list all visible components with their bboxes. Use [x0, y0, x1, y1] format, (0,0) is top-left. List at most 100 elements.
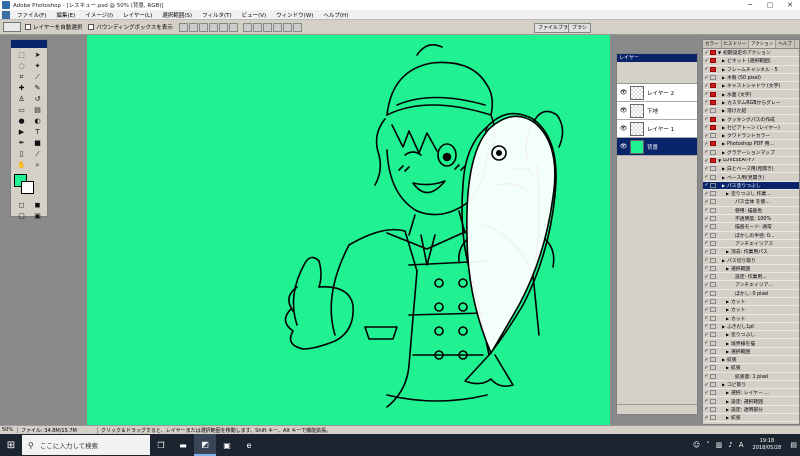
- action-toggle-check-icon[interactable]: ✓: [703, 382, 710, 388]
- pen-tool-icon[interactable]: ✒: [14, 138, 29, 148]
- gradient-tool-icon[interactable]: ▤: [30, 105, 45, 115]
- volume-icon[interactable]: ♪: [728, 441, 732, 449]
- action-row[interactable]: ✓ ▶ キャストシャドウ (文字): [703, 82, 799, 91]
- dialog-toggle-icon[interactable]: [710, 290, 716, 296]
- action-row[interactable]: ✓ ▶ 境界線を描: [703, 339, 799, 348]
- action-toggle-check-icon[interactable]: ✓: [703, 75, 710, 81]
- action-row[interactable]: ✓ ▶ ふきだし1pt: [703, 323, 799, 332]
- dialog-toggle-icon[interactable]: [710, 83, 716, 89]
- dialog-toggle-icon[interactable]: [710, 415, 716, 421]
- action-row[interactable]: ✓ 描画モード: 通常: [703, 223, 799, 232]
- dialog-toggle-icon[interactable]: [710, 249, 716, 255]
- ime-icon[interactable]: A: [739, 441, 744, 449]
- action-row[interactable]: ✓ ▶ 白とベース用(見開き): [703, 165, 799, 174]
- align-left-button[interactable]: [208, 22, 218, 32]
- action-toggle-check-icon[interactable]: ✓: [703, 274, 710, 280]
- dialog-toggle-icon[interactable]: [710, 116, 716, 122]
- action-row[interactable]: ✓ 不透明度: 100%: [703, 215, 799, 224]
- dialog-toggle-icon[interactable]: [710, 332, 716, 338]
- eraser-tool-icon[interactable]: ▭: [14, 105, 29, 115]
- dialog-toggle-icon[interactable]: [710, 382, 716, 388]
- tab-brushes[interactable]: ブラシ: [568, 23, 591, 33]
- action-toggle-check-icon[interactable]: ✓: [703, 83, 710, 89]
- fullscreen-mode-icon[interactable]: ▣: [30, 211, 45, 221]
- action-toggle-check-icon[interactable]: ✓: [703, 373, 710, 379]
- dialog-toggle-icon[interactable]: [710, 224, 716, 230]
- action-row[interactable]: ✓ ▼ LOVESEAT-F7: [703, 157, 799, 166]
- lasso-tool-icon[interactable]: ◌: [14, 61, 29, 71]
- action-row[interactable]: ✓ ▶ パス塗りつぶし: [703, 181, 799, 191]
- action-row[interactable]: ✓ ▶ カット: [703, 306, 799, 315]
- action-row[interactable]: ✓ ▶ 拡張: [703, 356, 799, 365]
- taskbar-search[interactable]: ⚲ ここに入力して検索: [22, 435, 150, 455]
- dialog-toggle-icon[interactable]: [710, 124, 716, 130]
- slice-tool-icon[interactable]: ⟋: [30, 72, 45, 82]
- dialog-toggle-icon[interactable]: [710, 299, 716, 305]
- layers-panel-title[interactable]: レイヤー: [617, 54, 697, 62]
- quickmask-mode-icon[interactable]: ◼: [30, 200, 45, 210]
- tab-actions[interactable]: アクション: [749, 40, 777, 48]
- action-toggle-check-icon[interactable]: ✓: [703, 191, 710, 197]
- layer-row-selected[interactable]: 👁 背景: [617, 138, 697, 156]
- action-row[interactable]: ✓ ▶ 拡張: [703, 364, 799, 373]
- action-toggle-check-icon[interactable]: ✓: [703, 249, 710, 255]
- store-icon[interactable]: ▣: [216, 434, 238, 456]
- action-toggle-check-icon[interactable]: ✓: [703, 124, 710, 130]
- action-row[interactable]: ✓ アンチエイリア...: [703, 281, 799, 290]
- document-icon[interactable]: [2, 10, 10, 19]
- action-row[interactable]: ✓ ▶ クッキングパスの作成: [703, 115, 799, 124]
- dialog-toggle-icon[interactable]: [710, 91, 716, 97]
- action-row[interactable]: ✓ ▶ グラデーションマップ: [703, 149, 799, 157]
- dialog-toggle-icon[interactable]: [710, 265, 716, 271]
- tab-help[interactable]: ヘルプ: [776, 40, 795, 48]
- path-select-icon[interactable]: ▶: [14, 127, 29, 137]
- action-toggle-check-icon[interactable]: ✓: [703, 199, 710, 205]
- action-toggle-check-icon[interactable]: ✓: [703, 257, 710, 263]
- dialog-toggle-icon[interactable]: [710, 323, 716, 329]
- action-toggle-check-icon[interactable]: ✓: [703, 133, 710, 139]
- action-row[interactable]: ✓ ぼかし: 0 pixel: [703, 290, 799, 298]
- healing-brush-icon[interactable]: ✚: [14, 83, 29, 93]
- tab-history[interactable]: ヒストリー: [722, 40, 749, 48]
- menu-select[interactable]: 選択範囲(S): [157, 11, 197, 19]
- align-center-button[interactable]: [218, 22, 228, 32]
- action-row[interactable]: ✓ ▶ フレームチャンネル - 5: [703, 66, 799, 74]
- standard-mode-icon[interactable]: ◻: [14, 200, 29, 210]
- move-tool-icon[interactable]: ➤: [30, 50, 45, 60]
- type-tool-icon[interactable]: T: [30, 127, 45, 137]
- distribute-middle-button[interactable]: [252, 22, 262, 32]
- dialog-toggle-icon[interactable]: [710, 50, 716, 56]
- menu-window[interactable]: ウィンドウ(W): [271, 11, 318, 19]
- action-row[interactable]: ✓ ぼかしの半径: 0...: [703, 232, 799, 240]
- auto-select-option[interactable]: レイヤーを自動選択: [25, 23, 82, 31]
- eyedropper-icon[interactable]: ⁄: [30, 149, 45, 159]
- action-row[interactable]: ✓ パス全体 を使...: [703, 198, 799, 207]
- task-view-icon[interactable]: ❐: [150, 434, 172, 456]
- notification-icon[interactable]: ▤: [790, 441, 797, 449]
- dialog-toggle-icon[interactable]: [710, 99, 716, 105]
- crop-tool-icon[interactable]: ⌗: [14, 72, 29, 82]
- action-row[interactable]: ✓ ▶ 設定: 透明部分: [703, 406, 799, 415]
- action-toggle-check-icon[interactable]: ✓: [703, 323, 710, 329]
- windows-start-icon[interactable]: ⊞: [0, 434, 22, 456]
- dialog-toggle-icon[interactable]: [710, 58, 716, 64]
- action-toggle-check-icon[interactable]: ✓: [703, 158, 710, 164]
- action-row[interactable]: ✓ 使用: 描画色: [703, 207, 799, 215]
- notes-tool-icon[interactable]: ▯: [14, 149, 29, 159]
- background-color-swatch[interactable]: [21, 181, 34, 194]
- document-canvas[interactable]: [87, 35, 610, 425]
- action-row[interactable]: ✓ ▶ カット: [703, 315, 799, 323]
- action-toggle-check-icon[interactable]: ✓: [703, 332, 710, 338]
- distribute-left-button[interactable]: [272, 22, 282, 32]
- zoom-tool-icon[interactable]: ⌕: [30, 160, 45, 170]
- dialog-toggle-icon[interactable]: [710, 174, 716, 180]
- dialog-toggle-icon[interactable]: [710, 199, 716, 205]
- menu-image[interactable]: イメージ(I): [80, 11, 118, 19]
- action-row[interactable]: ✓ ▶ 木製 (50 pixel): [703, 74, 799, 83]
- align-right-button[interactable]: [228, 22, 238, 32]
- action-toggle-check-icon[interactable]: ✓: [703, 182, 710, 188]
- dialog-toggle-icon[interactable]: [710, 257, 716, 263]
- action-toggle-check-icon[interactable]: ✓: [703, 58, 710, 64]
- action-row[interactable]: ✓ ▶ ベース用(見開き): [703, 173, 799, 182]
- action-toggle-check-icon[interactable]: ✓: [703, 216, 710, 222]
